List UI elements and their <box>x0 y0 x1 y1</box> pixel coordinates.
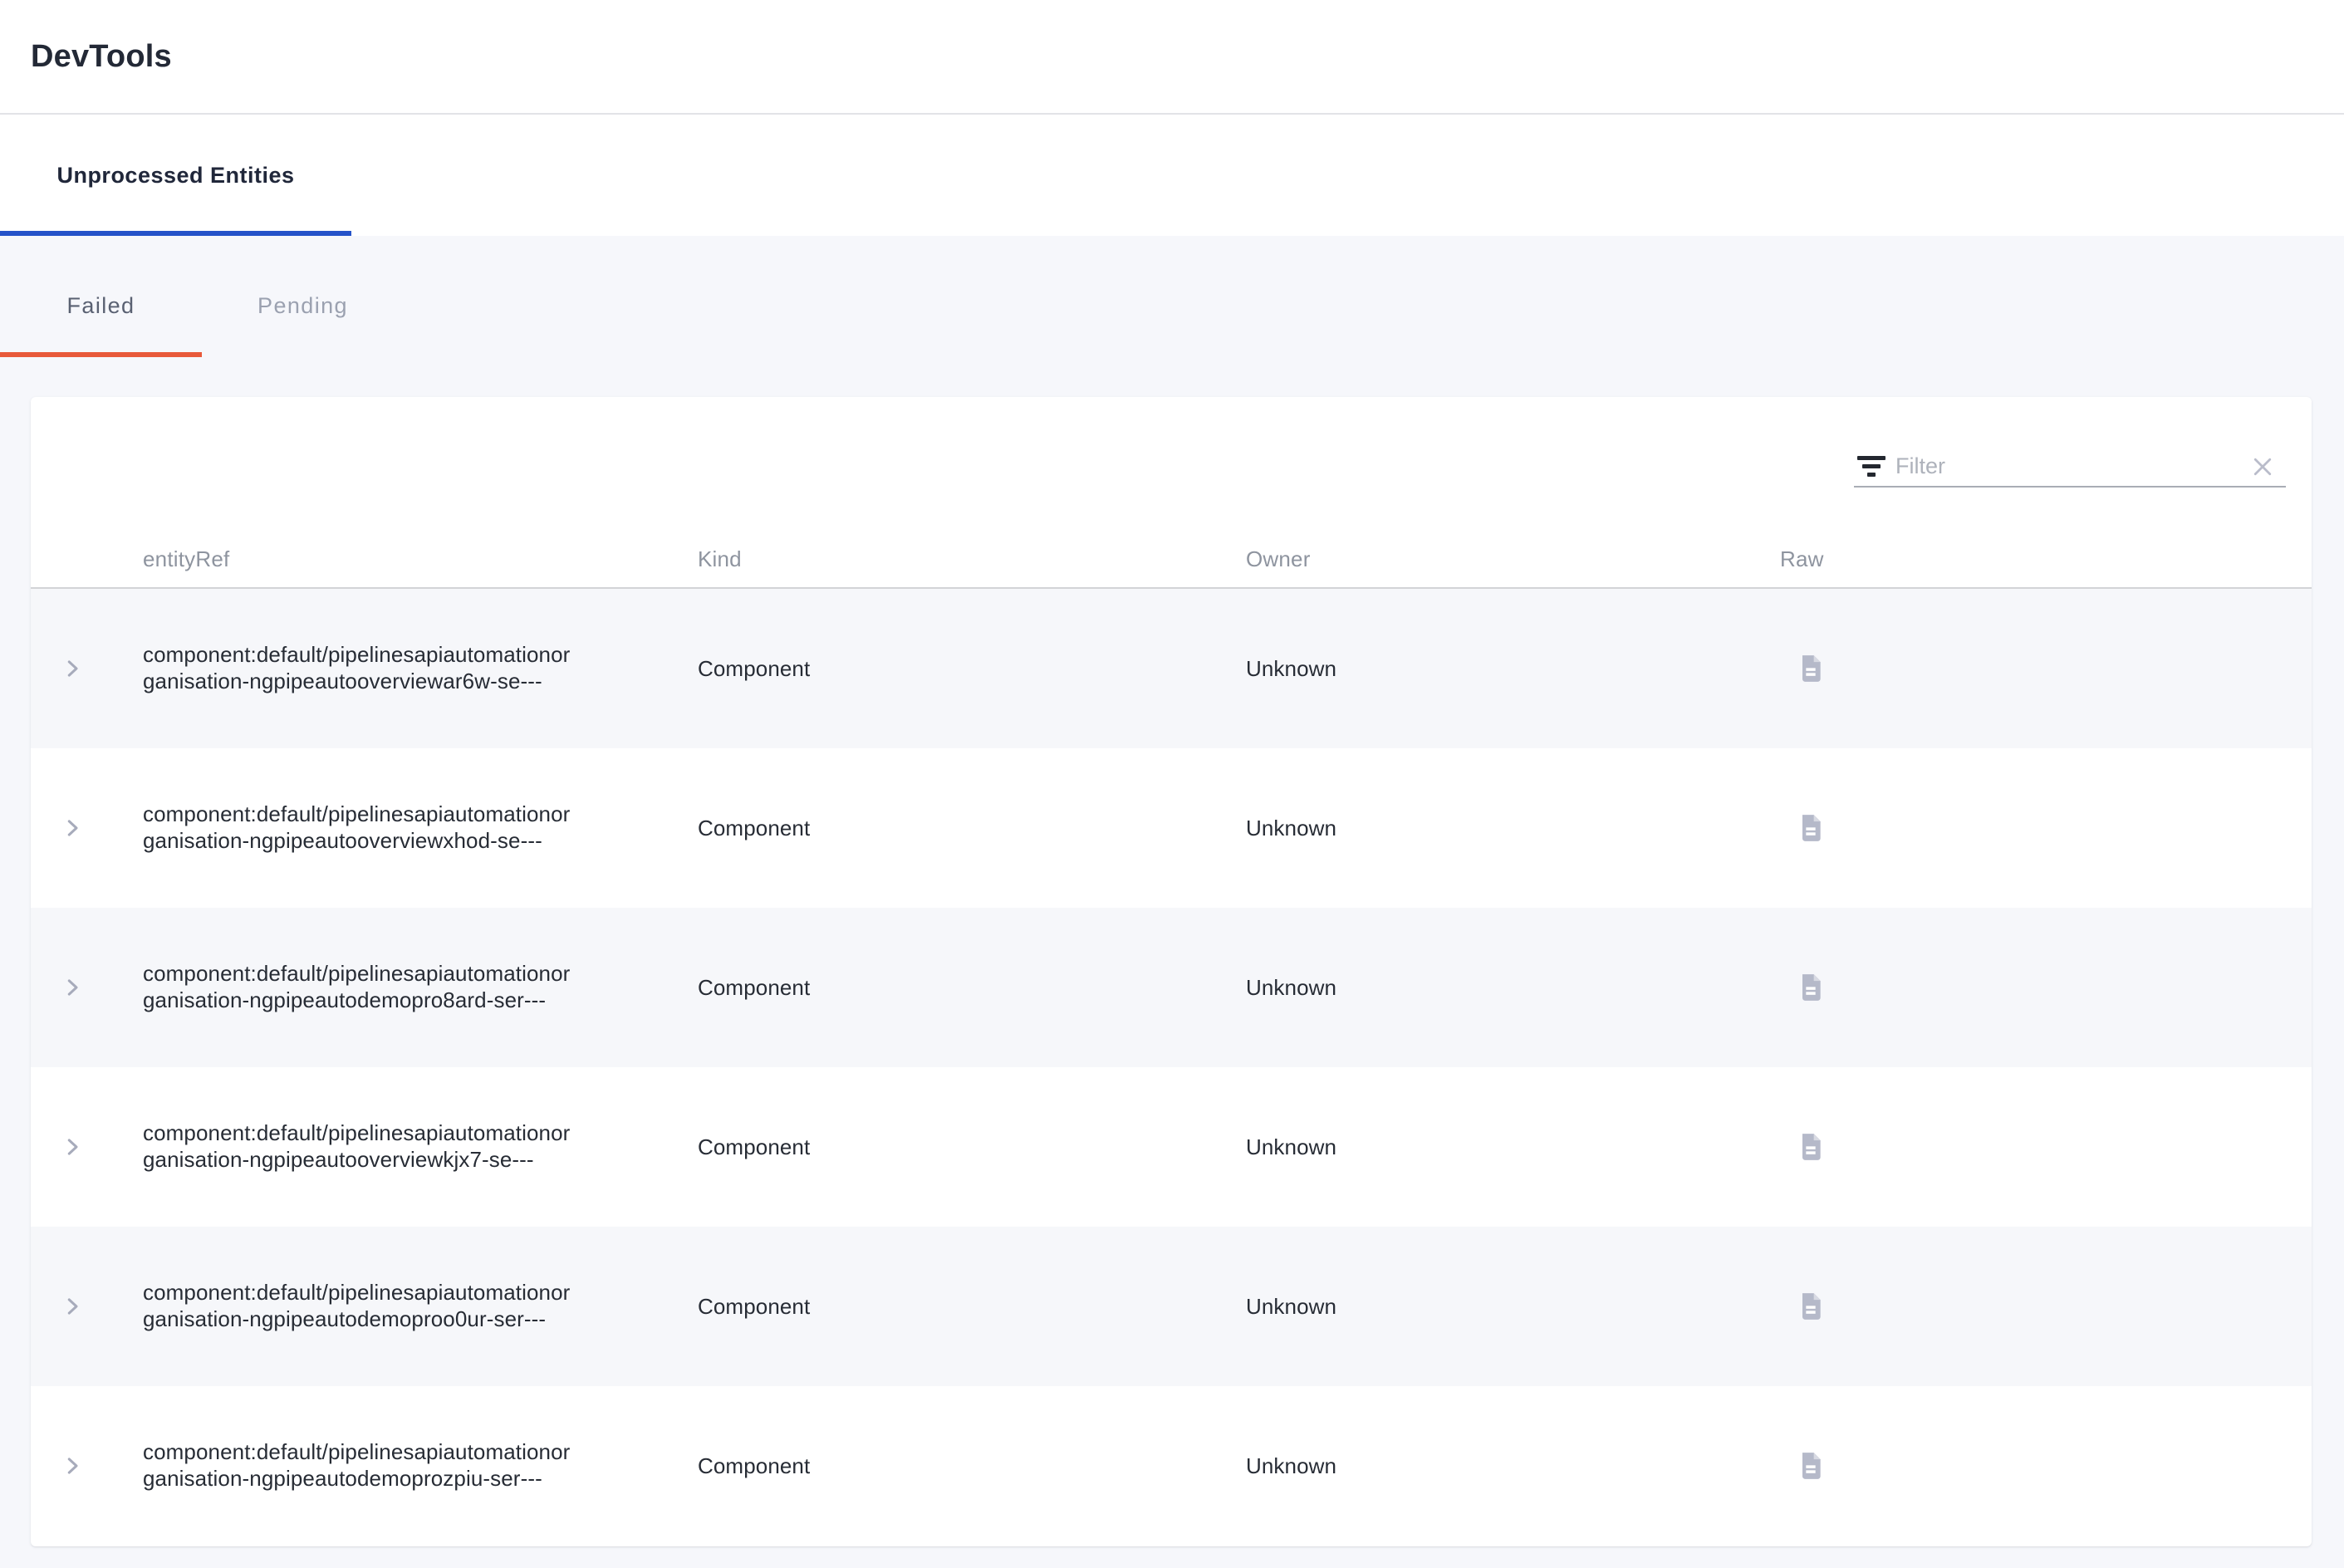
cell-owner: Unknown <box>1246 1134 1780 1160</box>
filter-list-icon <box>1854 456 1895 477</box>
chevron-right-icon <box>60 1453 85 1478</box>
cell-kind: Component <box>698 1134 1246 1160</box>
filter-input[interactable] <box>1895 453 2239 479</box>
tab-failed-label: Failed <box>67 293 135 319</box>
chevron-right-icon <box>60 656 85 681</box>
cell-entityref: component:default/pipelinesapiautomation… <box>143 642 571 694</box>
cell-owner: Unknown <box>1246 816 1780 841</box>
view-raw-button[interactable] <box>1792 1128 1830 1166</box>
chevron-right-icon <box>60 816 85 840</box>
column-header-entityref: entityRef <box>143 546 698 587</box>
primary-tab-bar: Unprocessed Entities <box>0 115 2344 236</box>
expand-row-button[interactable] <box>57 1291 87 1321</box>
column-header-raw: Raw <box>1780 546 2312 587</box>
unprocessed-entities-table-card: entityRef Kind Owner Raw component:defau… <box>31 397 2312 1546</box>
view-raw-button[interactable] <box>1792 1287 1830 1325</box>
table-header-row: entityRef Kind Owner Raw <box>31 530 2312 589</box>
app-header: DevTools <box>0 0 2344 115</box>
page-body: Failed Pending entityRef Kin <box>0 236 2344 1568</box>
filter-field <box>1854 447 2286 488</box>
view-raw-button[interactable] <box>1792 968 1830 1007</box>
view-raw-button[interactable] <box>1792 649 1830 688</box>
cell-entityref: component:default/pipelinesapiautomation… <box>143 1439 571 1492</box>
cell-owner: Unknown <box>1246 975 1780 1001</box>
chevron-right-icon <box>60 975 85 1000</box>
document-icon <box>1794 1449 1827 1482</box>
status-tab-bar: Failed Pending <box>0 236 2344 357</box>
expand-row-button[interactable] <box>57 654 87 684</box>
expand-row-button[interactable] <box>57 813 87 843</box>
tab-failed[interactable]: Failed <box>0 236 202 357</box>
cell-kind: Component <box>698 1294 1246 1320</box>
document-icon <box>1794 1130 1827 1164</box>
chevron-right-icon <box>60 1134 85 1159</box>
cell-kind: Component <box>698 975 1246 1001</box>
tab-pending-label: Pending <box>257 293 348 319</box>
view-raw-button[interactable] <box>1792 1447 1830 1485</box>
page-title: DevTools <box>31 39 172 75</box>
column-header-kind: Kind <box>698 546 1246 587</box>
table-row: component:default/pipelinesapiautomation… <box>31 1227 2312 1386</box>
document-icon <box>1794 652 1827 685</box>
expand-row-button[interactable] <box>57 1451 87 1481</box>
close-icon <box>2250 454 2275 479</box>
chevron-right-icon <box>60 1294 85 1319</box>
cell-kind: Component <box>698 1453 1246 1479</box>
table-row: component:default/pipelinesapiautomation… <box>31 589 2312 748</box>
cell-kind: Component <box>698 656 1246 682</box>
table-toolbar <box>31 397 2312 530</box>
cell-entityref: component:default/pipelinesapiautomation… <box>143 1280 571 1332</box>
cell-entityref: component:default/pipelinesapiautomation… <box>143 801 571 854</box>
cell-entityref: component:default/pipelinesapiautomation… <box>143 1120 571 1173</box>
cell-owner: Unknown <box>1246 1453 1780 1479</box>
filter-clear-button[interactable] <box>2239 447 2286 486</box>
expand-row-button[interactable] <box>57 973 87 1002</box>
tab-unprocessed-entities-label: Unprocessed Entities <box>56 163 294 189</box>
document-icon <box>1794 811 1827 845</box>
column-header-owner: Owner <box>1246 546 1780 587</box>
table-row: component:default/pipelinesapiautomation… <box>31 1386 2312 1546</box>
document-icon <box>1794 971 1827 1004</box>
cell-owner: Unknown <box>1246 656 1780 682</box>
tab-unprocessed-entities[interactable]: Unprocessed Entities <box>0 115 351 236</box>
document-icon <box>1794 1290 1827 1323</box>
table-body: component:default/pipelinesapiautomation… <box>31 589 2312 1546</box>
tab-pending[interactable]: Pending <box>202 236 404 357</box>
cell-owner: Unknown <box>1246 1294 1780 1320</box>
cell-entityref: component:default/pipelinesapiautomation… <box>143 961 571 1013</box>
view-raw-button[interactable] <box>1792 809 1830 847</box>
table-row: component:default/pipelinesapiautomation… <box>31 908 2312 1067</box>
header-spacer <box>31 572 143 587</box>
cell-kind: Component <box>698 816 1246 841</box>
table-row: component:default/pipelinesapiautomation… <box>31 748 2312 908</box>
expand-row-button[interactable] <box>57 1132 87 1162</box>
table-row: component:default/pipelinesapiautomation… <box>31 1067 2312 1227</box>
